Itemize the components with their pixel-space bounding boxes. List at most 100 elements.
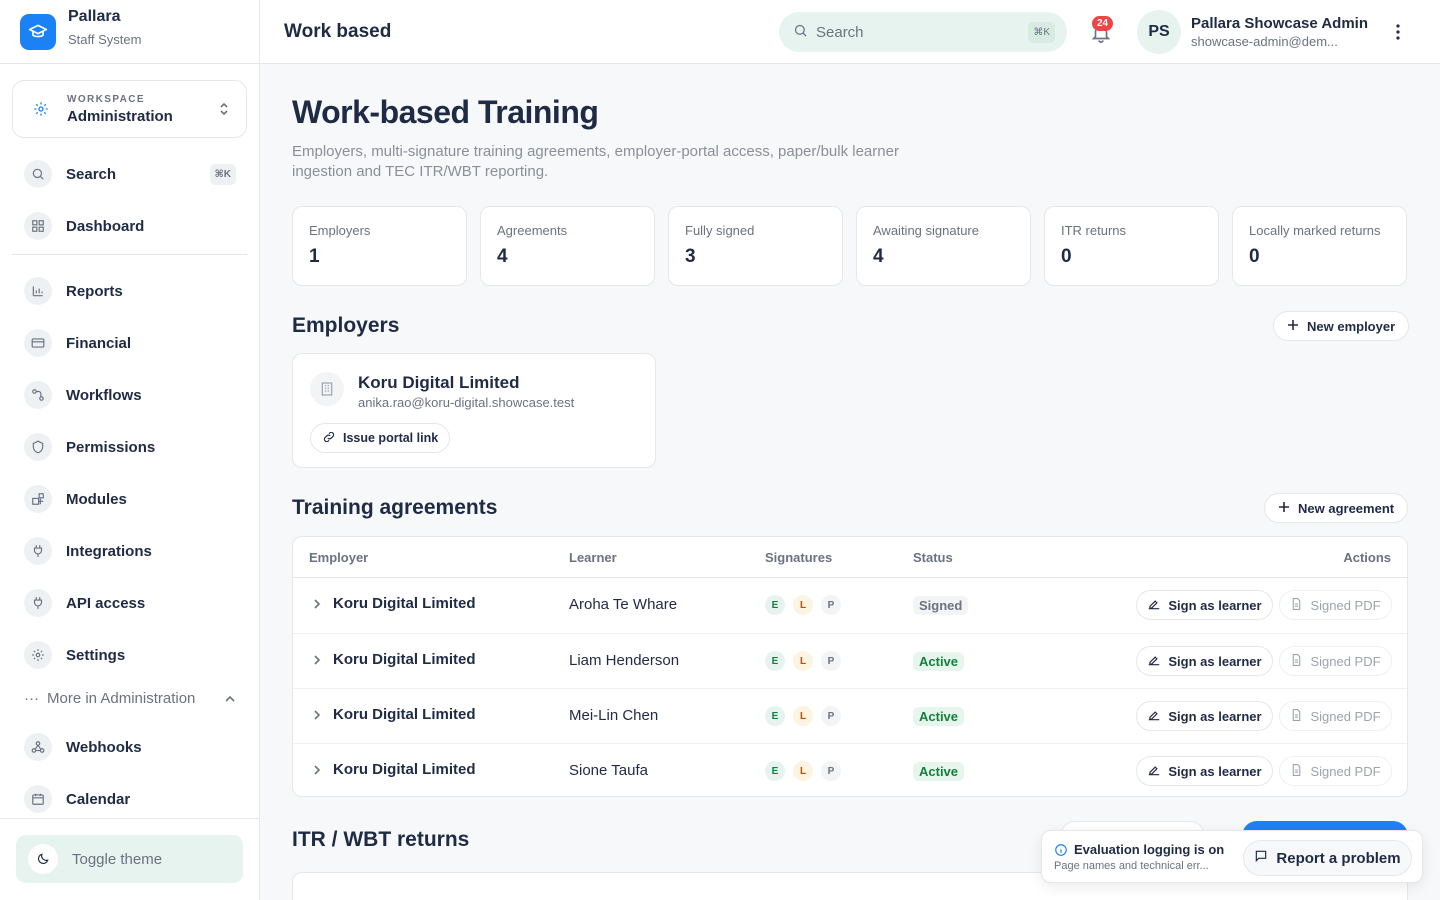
toggle-theme-button[interactable]: Toggle theme: [16, 835, 243, 883]
search-placeholder: Search: [816, 23, 864, 41]
page-title: Work-based Training: [292, 94, 599, 130]
stat-card-fully-signed: Fully signed 3: [668, 206, 843, 286]
signed-pdf-label: Signed PDF: [1310, 653, 1381, 669]
signature-employer-badge: E: [765, 651, 785, 671]
table-row[interactable]: Koru Digital Limited Aroha Te Whare E L …: [293, 578, 1407, 633]
sign-as-learner-button[interactable]: Sign as learner: [1136, 756, 1273, 786]
chevron-right-icon[interactable]: [311, 763, 323, 777]
signature-icon: [1147, 708, 1161, 725]
report-problem-button[interactable]: Report a problem: [1243, 840, 1412, 876]
signature-learner-badge: L: [793, 651, 813, 671]
chevron-right-icon[interactable]: [311, 597, 323, 611]
signed-pdf-button[interactable]: Signed PDF: [1279, 756, 1392, 786]
sign-as-learner-button[interactable]: Sign as learner: [1136, 646, 1273, 676]
employer-cell: Koru Digital Limited: [333, 761, 476, 778]
sidebar-item-settings[interactable]: Settings: [24, 641, 236, 669]
signature-icon: [1147, 653, 1161, 670]
new-employer-button[interactable]: New employer: [1273, 311, 1410, 341]
status-badge: Active: [913, 762, 965, 781]
sidebar-item-api-access[interactable]: API access: [24, 589, 236, 617]
toast-title: Evaluation logging is on: [1074, 842, 1225, 857]
graduation-cap-icon: [20, 13, 56, 50]
sidebar-footer: Toggle theme: [0, 818, 259, 900]
page-breadcrumb: Work based: [284, 21, 392, 42]
sidebar-item-label: Integrations: [66, 542, 152, 560]
sign-as-learner-button[interactable]: Sign as learner: [1136, 590, 1273, 620]
user-email: showcase-admin@dem...: [1191, 34, 1338, 49]
search-icon: [793, 23, 808, 42]
employer-card: Koru Digital Limited anika.rao@koru-digi…: [292, 353, 656, 468]
top-bar: Work based Search ⌘K 24 PS Pallara Showc…: [260, 0, 1440, 64]
signature-provider-badge: P: [821, 651, 841, 671]
chevron-right-icon[interactable]: [311, 708, 323, 722]
status-badge: Active: [913, 652, 965, 671]
sidebar-item-integrations[interactable]: Integrations: [24, 537, 236, 565]
sidebar-item-label: Webhooks: [66, 738, 142, 756]
signature-provider-badge: P: [821, 595, 841, 615]
report-problem-label: Report a problem: [1276, 849, 1401, 867]
signed-pdf-label: Signed PDF: [1310, 763, 1381, 779]
sidebar-item-label: API access: [66, 594, 146, 612]
status-badge: Active: [913, 707, 965, 726]
more-in-administration-toggle[interactable]: ··· More in Administration: [24, 690, 236, 707]
sidebar-item-label: Calendar: [66, 790, 131, 808]
shield-icon: [24, 433, 52, 461]
sidebar-item-reports[interactable]: Reports: [24, 277, 236, 305]
sidebar-item-workflows[interactable]: Workflows: [24, 381, 236, 409]
brand-subtitle: Staff System: [68, 32, 142, 47]
info-icon: [1054, 843, 1068, 857]
plug-icon: [24, 589, 52, 617]
user-name: Pallara Showcase Admin: [1191, 15, 1369, 32]
sidebar-item-calendar[interactable]: Calendar: [24, 785, 236, 813]
employer-cell: Koru Digital Limited: [333, 706, 476, 723]
notification-count-badge: 24: [1092, 16, 1114, 31]
workspace-switcher[interactable]: WORKSPACE Administration: [12, 80, 247, 138]
sign-as-learner-button[interactable]: Sign as learner: [1136, 701, 1273, 731]
sidebar-item-webhooks[interactable]: Webhooks: [24, 733, 236, 761]
sidebar-item-label: Modules: [66, 490, 127, 508]
table-row[interactable]: Koru Digital Limited Liam Henderson E L …: [293, 633, 1407, 688]
new-agreement-button[interactable]: New agreement: [1264, 493, 1409, 523]
stat-value: 0: [1249, 246, 1260, 267]
workspace-label: WORKSPACE: [67, 93, 145, 105]
stat-value: 1: [309, 246, 320, 267]
signature-employer-badge: E: [765, 706, 785, 726]
webhook-icon: [24, 733, 52, 761]
avatar[interactable]: PS: [1137, 10, 1181, 54]
table-row[interactable]: Koru Digital Limited Mei-Lin Chen E L P …: [293, 688, 1407, 743]
gear-icon: [24, 641, 52, 669]
sign-as-learner-label: Sign as learner: [1168, 708, 1262, 724]
signed-pdf-button[interactable]: Signed PDF: [1279, 701, 1392, 731]
signed-pdf-button[interactable]: Signed PDF: [1279, 590, 1392, 620]
brand-name: Pallara: [68, 8, 121, 25]
file-icon: [1290, 653, 1303, 670]
signature-learner-badge: L: [793, 595, 813, 615]
global-search-input[interactable]: Search ⌘K: [779, 12, 1067, 52]
sidebar-item-search[interactable]: Search ⌘K: [24, 160, 236, 188]
itr-wbt-returns-heading: ITR / WBT returns: [292, 828, 470, 851]
sidebar-item-financial[interactable]: Financial: [24, 329, 236, 357]
learner-cell: Mei-Lin Chen: [569, 707, 659, 724]
signature-employer-badge: E: [765, 595, 785, 615]
sidebar-item-dashboard[interactable]: Dashboard: [24, 212, 236, 240]
chevron-up-icon: [224, 690, 236, 707]
signature-provider-badge: P: [821, 706, 841, 726]
more-vertical-icon[interactable]: [1390, 22, 1406, 42]
page-description: Employers, multi-signature training agre…: [292, 143, 899, 180]
employer-cell: Koru Digital Limited: [333, 651, 476, 668]
brand: Pallara Staff System: [0, 0, 259, 64]
evaluation-logging-toast: Evaluation logging is on Page names and …: [1041, 830, 1423, 883]
file-icon: [1290, 763, 1303, 780]
sidebar: Pallara Staff System WORKSPACE Administr…: [0, 0, 260, 900]
table-row[interactable]: Koru Digital Limited Sione Taufa E L P A…: [293, 743, 1407, 796]
issue-portal-link-button[interactable]: Issue portal link: [310, 423, 451, 453]
stat-label: Awaiting signature: [873, 223, 979, 238]
stat-value: 4: [497, 246, 508, 267]
signed-pdf-button[interactable]: Signed PDF: [1279, 646, 1392, 676]
chevron-right-icon[interactable]: [311, 653, 323, 667]
sidebar-item-label: Dashboard: [66, 217, 145, 235]
sidebar-item-modules[interactable]: Modules: [24, 485, 236, 513]
column-header-signatures: Signatures: [765, 550, 833, 565]
signature-icon: [1147, 763, 1161, 780]
sidebar-item-permissions[interactable]: Permissions: [24, 433, 236, 461]
